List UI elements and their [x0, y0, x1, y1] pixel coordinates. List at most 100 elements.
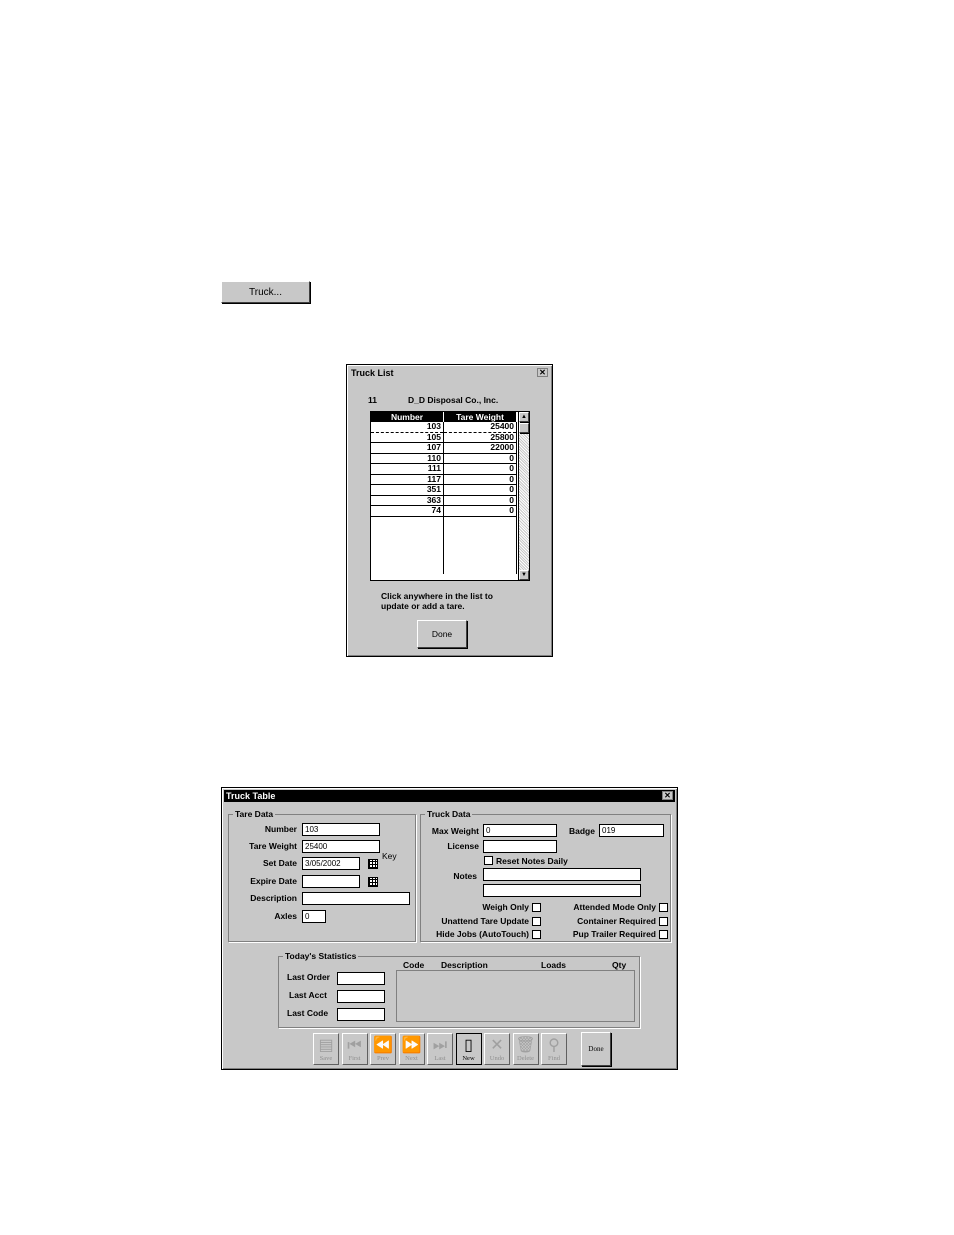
truck-number-cell: 105 — [371, 432, 444, 443]
save-button[interactable]: ▤ Save — [313, 1033, 339, 1065]
first-button[interactable]: ⏮ First — [341, 1033, 368, 1065]
max-weight-field[interactable]: 0 — [483, 824, 557, 837]
number-field[interactable]: 103 — [302, 823, 380, 836]
hide-jobs-checkbox[interactable] — [532, 930, 541, 939]
empty-cell — [443, 545, 517, 555]
list-hint: Click anywhere in the list to update or … — [381, 591, 493, 611]
calendar-icon[interactable] — [368, 859, 378, 869]
truck-table-titlebar: Truck Table ✕ — [224, 790, 675, 802]
toolbar-label: Next — [405, 1055, 418, 1062]
todays-statistics-group: Today's Statistics Last Order Last Acct … — [278, 951, 640, 1028]
last-button[interactable]: ⏭ Last — [427, 1033, 453, 1065]
toolbar-label: Last — [434, 1055, 446, 1062]
close-icon[interactable]: ✕ — [537, 368, 548, 377]
prev-button[interactable]: ⏪ Prev — [370, 1033, 396, 1065]
description-field[interactable] — [302, 892, 410, 905]
notes-field-1[interactable] — [483, 868, 641, 881]
unattend-tare-label: Unattend Tare Update — [441, 916, 529, 926]
empty-cell — [371, 554, 444, 564]
done-button[interactable]: Done — [417, 620, 467, 648]
empty-cell — [443, 516, 517, 526]
qty-column-header: Qty — [612, 960, 627, 970]
truck-list-dialog: Truck List ✕ 11 D_D Disposal Co., Inc. N… — [346, 364, 553, 657]
find-icon: ⚲ — [548, 1037, 560, 1054]
empty-row[interactable] — [371, 535, 517, 545]
scroll-up-icon[interactable]: ▲ — [519, 412, 529, 422]
new-button[interactable]: ▯ New — [455, 1033, 482, 1065]
next-button[interactable]: ⏩ Next — [398, 1033, 425, 1065]
done-button[interactable]: Done — [581, 1032, 611, 1066]
empty-cell — [443, 535, 517, 545]
empty-row[interactable] — [371, 526, 517, 536]
pup-trailer-checkbox[interactable] — [659, 930, 668, 939]
table-row[interactable]: 74 0 — [371, 505, 517, 517]
empty-row[interactable] — [371, 554, 517, 564]
badge-field[interactable]: 019 — [599, 824, 664, 837]
scroll-down-icon[interactable]: ▼ — [519, 570, 529, 580]
last-acct-label: Last Acct — [289, 990, 327, 1000]
truck-table-dialog: Truck Table ✕ Tare Data Number 103 Tare … — [221, 787, 678, 1070]
description-column-header: Description — [441, 960, 488, 970]
hide-jobs-label: Hide Jobs (AutoTouch) — [436, 929, 529, 939]
table-row[interactable]: 107 22000 — [371, 442, 517, 454]
table-row[interactable]: 363 0 — [371, 495, 517, 506]
new-icon: ▯ — [464, 1037, 473, 1054]
last-code-field[interactable] — [337, 1008, 385, 1021]
scrollbar[interactable]: ▲ ▼ — [518, 412, 529, 580]
undo-button[interactable]: ✕ Undo — [484, 1033, 510, 1065]
truck-button[interactable]: Truck... — [221, 281, 310, 303]
table-row[interactable]: 110 0 — [371, 453, 517, 464]
truck-list-table[interactable]: Number Tare Weight 103 25400 105 25800 107 22… — [370, 411, 530, 581]
table-row[interactable]: 105 25800 — [371, 432, 517, 443]
empty-cell — [371, 526, 444, 536]
weigh-only-checkbox[interactable] — [532, 903, 541, 912]
empty-row[interactable] — [371, 545, 517, 555]
truck-number-cell: 351 — [371, 484, 444, 496]
container-required-checkbox[interactable] — [659, 917, 668, 926]
reset-notes-label: Reset Notes Daily — [496, 856, 568, 866]
empty-cell — [371, 516, 444, 526]
tare-weight-cell: 0 — [443, 484, 517, 496]
scroll-thumb[interactable] — [519, 423, 529, 433]
empty-row[interactable] — [371, 564, 517, 574]
empty-row[interactable] — [371, 516, 517, 526]
toolbar-label: Undo — [489, 1055, 505, 1062]
last-acct-field[interactable] — [337, 990, 385, 1003]
notes-label: Notes — [453, 871, 477, 881]
truck-number-cell: 107 — [371, 442, 444, 454]
empty-cell — [371, 535, 444, 545]
last-order-field[interactable] — [337, 972, 385, 985]
find-button[interactable]: ⚲ Find — [541, 1033, 567, 1065]
last-code-label: Last Code — [287, 1008, 329, 1018]
axles-field[interactable]: 0 — [302, 910, 326, 923]
unattend-tare-checkbox[interactable] — [532, 917, 541, 926]
delete-button[interactable]: 🗑 Delete — [512, 1033, 539, 1065]
set-date-label: Set Date — [262, 858, 297, 868]
calendar-icon[interactable] — [368, 877, 378, 887]
first-icon: ⏮ — [347, 1037, 362, 1054]
prev-icon: ⏪ — [373, 1037, 393, 1054]
statistics-list[interactable] — [396, 970, 635, 1022]
key-label: Key — [382, 851, 397, 861]
loads-column-header: Loads — [541, 960, 567, 970]
table-row[interactable]: 103 25400 — [371, 422, 517, 433]
expire-date-field[interactable] — [302, 875, 360, 888]
truck-number-cell: 110 — [371, 453, 444, 464]
table-row[interactable]: 117 0 — [371, 474, 517, 485]
table-row[interactable]: 111 0 — [371, 463, 517, 475]
tare-weight-field[interactable]: 25400 — [302, 840, 380, 853]
axles-label: Axles — [274, 911, 297, 921]
empty-cell — [443, 526, 517, 536]
reset-notes-checkbox[interactable] — [484, 856, 493, 865]
license-field[interactable] — [483, 840, 557, 853]
tare-data-group: Tare Data Number 103 Tare Weight 25400 S… — [228, 809, 416, 942]
set-date-field[interactable]: 3/05/2002 — [302, 857, 360, 870]
tare-weight-cell: 0 — [443, 495, 517, 506]
toolbar-label: New — [462, 1055, 475, 1062]
table-row[interactable]: 351 0 — [371, 484, 517, 496]
tare-weight-cell: 0 — [443, 453, 517, 464]
toolbar: ▤ Save ⏮ First ⏪ Prev ⏩ Next ⏭ Last ▯ New ✕ Undo 🗑 Dele… — [313, 1033, 583, 1065]
notes-field-2[interactable] — [483, 884, 641, 897]
attended-mode-checkbox[interactable] — [659, 903, 668, 912]
close-icon[interactable]: ✕ — [662, 791, 673, 800]
